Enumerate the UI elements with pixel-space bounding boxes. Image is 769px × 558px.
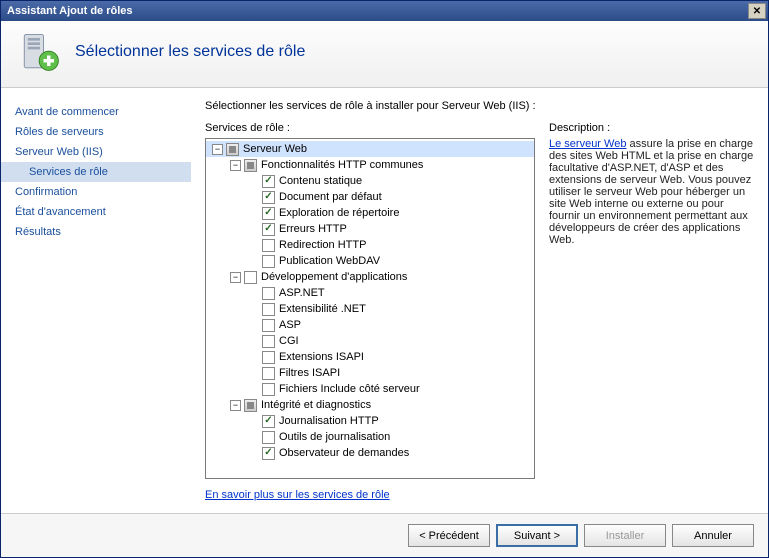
tree-item-label: Filtres ISAPI bbox=[279, 367, 340, 379]
tree-row[interactable]: Exploration de répertoire bbox=[206, 205, 535, 221]
checkbox[interactable] bbox=[262, 191, 275, 204]
collapse-icon[interactable]: − bbox=[230, 272, 241, 283]
description-panel: Description : Le serveur Web assure la p… bbox=[549, 122, 754, 513]
sidebar-item[interactable]: Avant de commencer bbox=[1, 102, 191, 122]
checkbox[interactable] bbox=[244, 399, 257, 412]
window-title: Assistant Ajout de rôles bbox=[7, 5, 133, 17]
tree-item-label: Contenu statique bbox=[279, 175, 362, 187]
checkbox[interactable] bbox=[262, 335, 275, 348]
description-link[interactable]: Le serveur Web bbox=[549, 138, 626, 150]
tree-item-label: Document par défaut bbox=[279, 191, 382, 203]
page-title: Sélectionner les services de rôle bbox=[75, 43, 305, 61]
checkbox[interactable] bbox=[262, 351, 275, 364]
tree-item-label: Erreurs HTTP bbox=[279, 223, 347, 235]
tree-row[interactable]: Observateur de demandes bbox=[206, 445, 535, 461]
checkbox[interactable] bbox=[262, 239, 275, 252]
previous-button[interactable]: < Précédent bbox=[408, 524, 490, 547]
tree-row[interactable]: Contenu statique bbox=[206, 173, 535, 189]
learn-more-link[interactable]: En savoir plus sur les services de rôle bbox=[205, 489, 535, 501]
tree-row[interactable]: Journalisation HTTP bbox=[206, 413, 535, 429]
tree-row[interactable]: − Intégrité et diagnostics bbox=[206, 397, 535, 413]
tree-row[interactable]: Extensibilité .NET bbox=[206, 301, 535, 317]
header: Sélectionner les services de rôle bbox=[1, 21, 768, 88]
server-role-icon bbox=[19, 31, 61, 73]
tree-column: Services de rôle : −Serveur Web−Fonction… bbox=[205, 122, 535, 513]
tree-row[interactable]: Extensions ISAPI bbox=[206, 349, 535, 365]
checkbox[interactable] bbox=[262, 175, 275, 188]
tree-row[interactable]: Document par défaut bbox=[206, 189, 535, 205]
wizard-window: Assistant Ajout de rôles ✕ Sélectionner … bbox=[0, 0, 769, 558]
tree-item-label: Extensibilité .NET bbox=[279, 303, 366, 315]
tree-item-label: Fichiers Include côté serveur bbox=[279, 383, 420, 395]
sidebar-item[interactable]: Résultats bbox=[1, 222, 191, 242]
description-text: Le serveur Web assure la prise en charge… bbox=[549, 138, 754, 246]
tree-row[interactable]: CGI bbox=[206, 333, 535, 349]
tree-item-label: CGI bbox=[279, 335, 299, 347]
checkbox[interactable] bbox=[226, 143, 239, 156]
tree-item-label: Développement d'applications bbox=[261, 271, 407, 283]
tree-item-label: Extensions ISAPI bbox=[279, 351, 364, 363]
sidebar-item[interactable]: Services de rôle bbox=[1, 162, 191, 182]
tree-row[interactable]: Publication WebDAV bbox=[206, 253, 535, 269]
tree-row[interactable]: Fichiers Include côté serveur bbox=[206, 381, 535, 397]
close-icon: ✕ bbox=[753, 6, 761, 17]
content-row: Services de rôle : −Serveur Web−Fonction… bbox=[205, 122, 754, 513]
checkbox[interactable] bbox=[262, 383, 275, 396]
tree-item-label: Serveur Web bbox=[243, 143, 307, 155]
tree-item-label: Exploration de répertoire bbox=[279, 207, 399, 219]
checkbox[interactable] bbox=[244, 271, 257, 284]
tree-row[interactable]: Filtres ISAPI bbox=[206, 365, 535, 381]
checkbox[interactable] bbox=[262, 431, 275, 444]
role-services-tree[interactable]: −Serveur Web−Fonctionnalités HTTP commun… bbox=[205, 138, 535, 479]
tree-item-label: Fonctionnalités HTTP communes bbox=[261, 159, 423, 171]
checkbox[interactable] bbox=[262, 319, 275, 332]
tree-row[interactable]: ASP bbox=[206, 317, 535, 333]
body: Avant de commencerRôles de serveursServe… bbox=[1, 88, 768, 513]
cancel-button[interactable]: Annuler bbox=[672, 524, 754, 547]
collapse-icon[interactable]: − bbox=[212, 144, 223, 155]
checkbox[interactable] bbox=[262, 367, 275, 380]
tree-item-label: Redirection HTTP bbox=[279, 239, 366, 251]
tree-label: Services de rôle : bbox=[205, 122, 535, 134]
collapse-icon[interactable]: − bbox=[230, 400, 241, 411]
sidebar-item[interactable]: État d'avancement bbox=[1, 202, 191, 222]
tree-item-label: ASP bbox=[279, 319, 301, 331]
description-title: Description : bbox=[549, 122, 754, 134]
footer: < Précédent Suivant > Installer Annuler bbox=[1, 513, 768, 557]
tree-item-label: Observateur de demandes bbox=[279, 447, 409, 459]
sidebar-item[interactable]: Serveur Web (IIS) bbox=[1, 142, 191, 162]
titlebar: Assistant Ajout de rôles ✕ bbox=[1, 1, 768, 21]
next-button[interactable]: Suivant > bbox=[496, 524, 578, 547]
tree-row[interactable]: − Fonctionnalités HTTP communes bbox=[206, 157, 535, 173]
intro-text: Sélectionner les services de rôle à inst… bbox=[205, 100, 754, 112]
tree-item-label: ASP.NET bbox=[279, 287, 325, 299]
tree-item-label: Outils de journalisation bbox=[279, 431, 390, 443]
tree-row[interactable]: Redirection HTTP bbox=[206, 237, 535, 253]
main-panel: Sélectionner les services de rôle à inst… bbox=[191, 88, 768, 513]
collapse-icon[interactable]: − bbox=[230, 160, 241, 171]
tree-row[interactable]: ASP.NET bbox=[206, 285, 535, 301]
tree-item-label: Publication WebDAV bbox=[279, 255, 380, 267]
checkbox[interactable] bbox=[262, 447, 275, 460]
close-button[interactable]: ✕ bbox=[748, 3, 766, 19]
checkbox[interactable] bbox=[244, 159, 257, 172]
sidebar-item[interactable]: Confirmation bbox=[1, 182, 191, 202]
tree-row[interactable]: Erreurs HTTP bbox=[206, 221, 535, 237]
tree-item-label: Intégrité et diagnostics bbox=[261, 399, 371, 411]
checkbox[interactable] bbox=[262, 287, 275, 300]
tree-item-label: Journalisation HTTP bbox=[279, 415, 379, 427]
tree-row[interactable]: − Développement d'applications bbox=[206, 269, 535, 285]
install-button: Installer bbox=[584, 524, 666, 547]
checkbox[interactable] bbox=[262, 303, 275, 316]
sidebar-item[interactable]: Rôles de serveurs bbox=[1, 122, 191, 142]
tree-row[interactable]: Outils de journalisation bbox=[206, 429, 535, 445]
checkbox[interactable] bbox=[262, 223, 275, 236]
checkbox[interactable] bbox=[262, 255, 275, 268]
tree-row[interactable]: − Serveur Web bbox=[206, 141, 535, 157]
checkbox[interactable] bbox=[262, 207, 275, 220]
checkbox[interactable] bbox=[262, 415, 275, 428]
description-body: assure la prise en charge des sites Web … bbox=[549, 138, 753, 246]
sidebar: Avant de commencerRôles de serveursServe… bbox=[1, 88, 191, 513]
